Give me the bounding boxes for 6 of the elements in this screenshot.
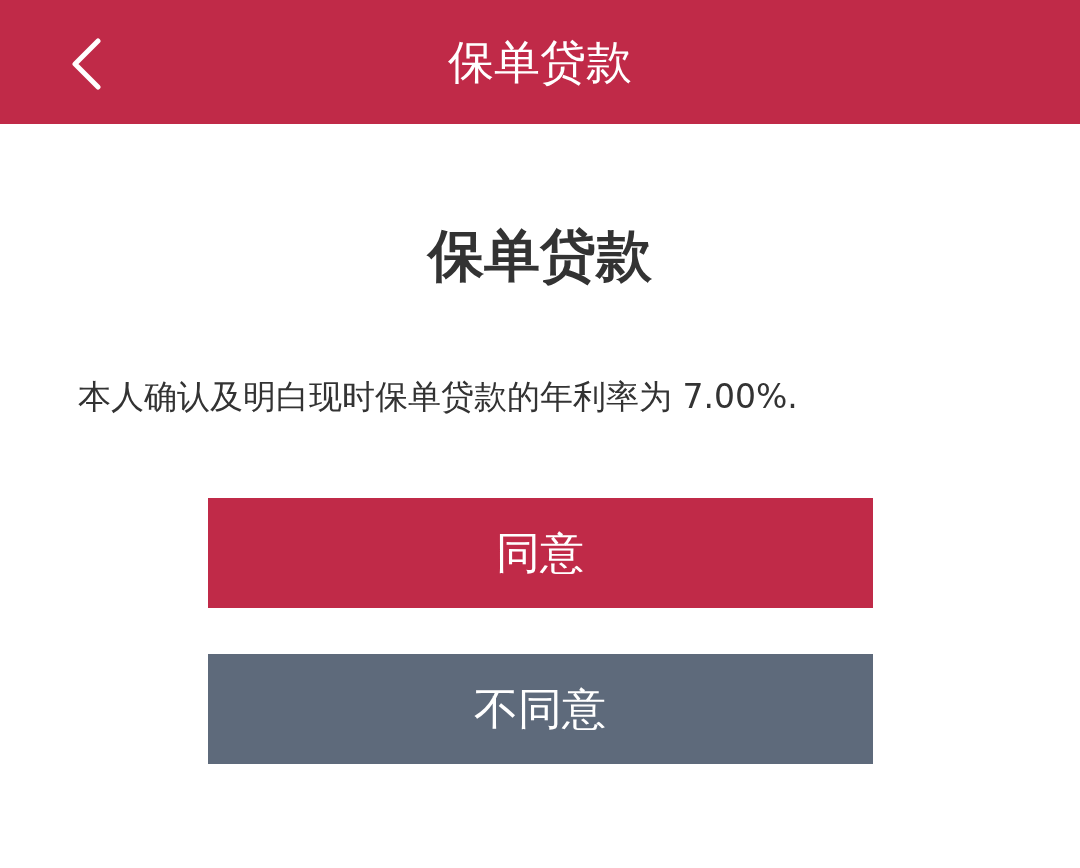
page-title: 保单贷款 bbox=[448, 33, 632, 91]
agree-button[interactable]: 同意 bbox=[207, 497, 873, 608]
statement-text: 本人确认及明白现时保单贷款的年利率为 7.00%. bbox=[78, 376, 798, 418]
back-icon[interactable] bbox=[70, 38, 102, 90]
heading: 保单贷款 bbox=[428, 228, 652, 284]
disagree-button[interactable]: 不同意 bbox=[207, 653, 873, 764]
